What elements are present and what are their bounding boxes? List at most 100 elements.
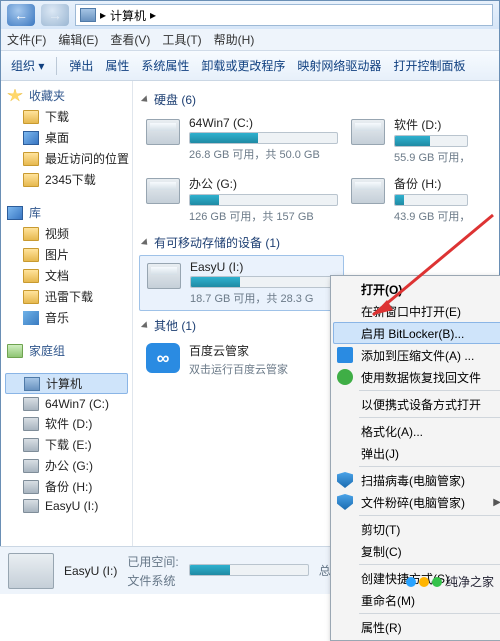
desktop-icon	[23, 131, 39, 145]
nav-item-computer[interactable]: 计算机	[5, 373, 128, 394]
drive-g[interactable]: 办公 (G:) 126 GB 可用，共 157 GB	[139, 171, 344, 228]
toolbar-netdrv[interactable]: 映射网络驱动器	[297, 57, 381, 74]
archive-icon	[337, 347, 353, 363]
nav-item-desktop[interactable]: 桌面	[1, 127, 132, 148]
folder-icon	[23, 290, 39, 304]
folder-icon	[23, 269, 39, 283]
drive-i[interactable]: EasyU (I:) 18.7 GB 可用，共 28.3 G	[139, 255, 344, 311]
drive-stat: 55.9 GB 可用，共	[394, 149, 468, 165]
drive-stat: 26.8 GB 可用，共 50.0 GB	[189, 146, 338, 162]
status-usage-bar	[189, 564, 309, 576]
nav-item-music[interactable]: 音乐	[1, 307, 132, 328]
ctx-recover[interactable]: 使用数据恢复找回文件	[333, 366, 500, 388]
toolbar-props[interactable]: 属性	[105, 57, 129, 74]
menubar: 文件(F) 编辑(E) 查看(V) 工具(T) 帮助(H)	[1, 29, 499, 51]
menu-file[interactable]: 文件(F)	[7, 31, 46, 48]
nav-item-2345[interactable]: 2345下载	[1, 169, 132, 190]
nav-item-downloads[interactable]: 下载	[1, 106, 132, 127]
nav-item-drive-c[interactable]: 64Win7 (C:)	[1, 395, 132, 413]
ctx-shred[interactable]: 文件粉碎(电脑管家)▶	[333, 491, 500, 513]
folder-icon	[23, 173, 39, 187]
drive-c[interactable]: 64Win7 (C:) 26.8 GB 可用，共 50.0 GB	[139, 112, 344, 169]
watermark: 纯净之家	[406, 573, 494, 590]
drive-stat: 43.9 GB 可用，共 49	[394, 208, 468, 224]
ctx-open-new[interactable]: 在新窗口中打开(E)	[333, 300, 500, 322]
nav-favorites-header[interactable]: 收藏夹	[7, 87, 132, 104]
nav-homegroup-header[interactable]: 家庭组	[7, 342, 132, 359]
usage-bar	[394, 135, 468, 147]
drive-name: 64Win7 (C:)	[189, 116, 338, 130]
nav-libraries-header[interactable]: 库	[7, 204, 132, 221]
titlebar: ← → ▸ 计算机 ▸	[1, 1, 499, 29]
ctx-eject[interactable]: 弹出(J)	[333, 442, 500, 464]
shield-icon	[337, 494, 353, 510]
drive-stat: 126 GB 可用，共 157 GB	[189, 208, 338, 224]
nav-item-drive-d[interactable]: 软件 (D:)	[1, 413, 132, 434]
toolbar-eject[interactable]: 弹出	[69, 57, 93, 74]
nav-item-xunlei[interactable]: 迅雷下载	[1, 286, 132, 307]
usage-bar	[190, 276, 337, 288]
ctx-copy[interactable]: 复制(C)	[333, 540, 500, 562]
ctx-props[interactable]: 属性(R)	[333, 616, 500, 638]
folder-icon	[23, 248, 39, 262]
star-icon	[7, 89, 23, 103]
address-bar[interactable]: ▸ 计算机 ▸	[75, 4, 493, 26]
computer-icon	[80, 8, 96, 22]
homegroup-icon	[7, 344, 23, 358]
submenu-arrow-icon: ▶	[493, 497, 500, 508]
drive-icon	[23, 499, 39, 513]
toolbar: 组织 ▾ 弹出 属性 系统属性 卸载或更改程序 映射网络驱动器 打开控制面板	[1, 51, 499, 81]
ctx-cut[interactable]: 剪切(T)	[333, 518, 500, 540]
ctx-bitlocker[interactable]: 启用 BitLocker(B)...	[333, 322, 500, 344]
nav-item-recent[interactable]: 最近访问的位置	[1, 148, 132, 169]
nav-forward-button[interactable]: →	[41, 4, 69, 26]
folder-icon	[23, 110, 39, 124]
hdd-icon	[146, 119, 180, 145]
breadcrumb-sep: ▸	[100, 8, 106, 22]
library-icon	[7, 206, 23, 220]
nav-pane: 收藏夹 下载 桌面 最近访问的位置 2345下载 库 视频 图片 文档 迅雷下载…	[1, 81, 133, 593]
ctx-format[interactable]: 格式化(A)...	[333, 420, 500, 442]
folder-icon	[23, 152, 39, 166]
breadcrumb-location[interactable]: 计算机	[110, 7, 146, 24]
ctx-addzip[interactable]: 添加到压缩文件(A) ...	[333, 344, 500, 366]
nav-item-videos[interactable]: 视频	[1, 223, 132, 244]
nav-item-drive-i[interactable]: EasyU (I:)	[1, 497, 132, 515]
expand-icon	[141, 238, 150, 247]
expand-icon	[141, 321, 150, 330]
drive-icon	[23, 417, 39, 431]
drive-icon	[23, 397, 39, 411]
toolbar-uninstall[interactable]: 卸载或更改程序	[201, 57, 285, 74]
ctx-open[interactable]: 打开(O)	[333, 278, 500, 300]
nav-back-button[interactable]: ←	[7, 4, 35, 26]
hdd-icon	[351, 119, 385, 145]
hdd-icon	[147, 263, 181, 289]
expand-icon	[141, 95, 150, 104]
toolbar-organize[interactable]: 组织 ▾	[11, 57, 44, 74]
menu-view[interactable]: 查看(V)	[110, 31, 150, 48]
breadcrumb-sep: ▸	[150, 8, 156, 22]
ctx-rename[interactable]: 重命名(M)	[333, 589, 500, 611]
ctx-portable[interactable]: 以便携式设备方式打开	[333, 393, 500, 415]
drive-name: 备份 (H:)	[394, 175, 468, 192]
ctx-scan[interactable]: 扫描病毒(电脑管家)	[333, 469, 500, 491]
nav-item-docs[interactable]: 文档	[1, 265, 132, 286]
section-removable[interactable]: 有可移动存储的设备 (1)	[143, 234, 499, 251]
hdd-icon	[146, 178, 180, 204]
drive-stat: 18.7 GB 可用，共 28.3 G	[190, 290, 337, 306]
menu-edit[interactable]: 编辑(E)	[58, 31, 98, 48]
drive-h[interactable]: 备份 (H:) 43.9 GB 可用，共 49	[344, 171, 474, 228]
nav-item-drive-h[interactable]: 备份 (H:)	[1, 476, 132, 497]
section-hdd[interactable]: 硬盘 (6)	[143, 91, 499, 108]
nav-item-drive-e[interactable]: 下载 (E:)	[1, 434, 132, 455]
nav-item-drive-g[interactable]: 办公 (G:)	[1, 455, 132, 476]
drive-name: EasyU (I:)	[190, 260, 337, 274]
drive-icon	[8, 553, 54, 589]
toolbar-ctrlpanel[interactable]: 打开控制面板	[393, 57, 465, 74]
menu-tools[interactable]: 工具(T)	[162, 31, 201, 48]
nav-item-pictures[interactable]: 图片	[1, 244, 132, 265]
drive-d[interactable]: 软件 (D:) 55.9 GB 可用，共	[344, 112, 474, 169]
menu-help[interactable]: 帮助(H)	[214, 31, 255, 48]
toolbar-sysprops[interactable]: 系统属性	[141, 57, 189, 74]
baidu-cloud-icon: ∞	[146, 343, 180, 373]
